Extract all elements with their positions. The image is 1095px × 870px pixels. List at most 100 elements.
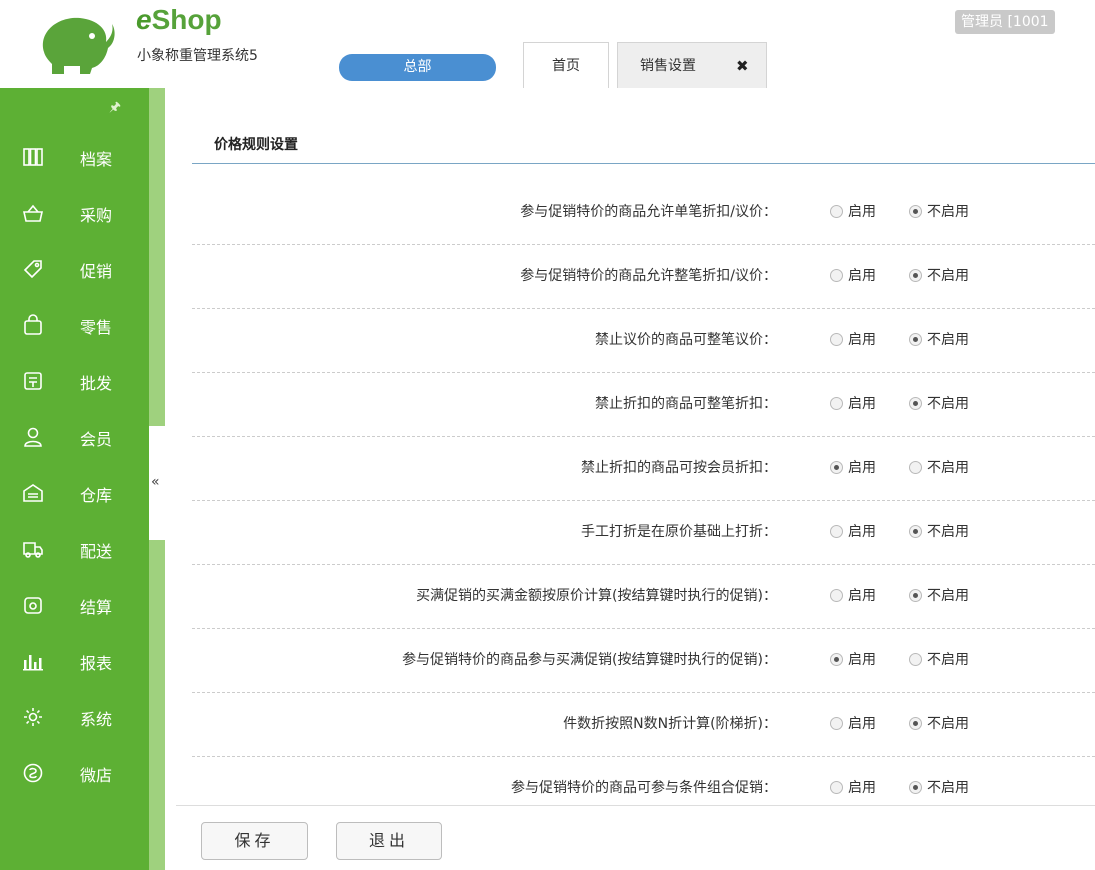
rule-disable-option[interactable]: 不启用 bbox=[909, 777, 969, 797]
rule-row: 禁止折扣的商品可按会员折扣： 启用 不启用 bbox=[192, 437, 1095, 501]
enable-label: 启用 bbox=[848, 524, 876, 540]
tab-sales-label: 销售设置 bbox=[640, 58, 696, 74]
bag-icon bbox=[24, 314, 42, 335]
save-button[interactable]: 保存 bbox=[201, 822, 308, 860]
rule-enable-option[interactable]: 启用 bbox=[830, 585, 876, 605]
rule-enable-option[interactable]: 启用 bbox=[830, 265, 876, 285]
tab-sales-settings[interactable]: 销售设置 ✖ bbox=[617, 42, 767, 88]
rule-enable-option[interactable]: 启用 bbox=[830, 457, 876, 477]
rule-disable-option[interactable]: 不启用 bbox=[909, 201, 969, 221]
sidebar-item-report[interactable]: 报表 bbox=[0, 636, 149, 686]
sidebar-item-wholesale[interactable]: 批发 bbox=[0, 356, 149, 406]
radio-enable[interactable] bbox=[830, 781, 843, 794]
radio-enable[interactable] bbox=[830, 717, 843, 730]
sidebar-item-archive[interactable]: 档案 bbox=[0, 132, 149, 182]
radio-disable[interactable] bbox=[909, 333, 922, 346]
rule-row: 买满促销的买满金额按原价计算(按结算键时执行的促销)： 启用 不启用 bbox=[192, 565, 1095, 629]
rule-disable-option[interactable]: 不启用 bbox=[909, 585, 969, 605]
sidebar-item-label: 配送 bbox=[80, 542, 113, 561]
sidebar-item-system[interactable]: 系统 bbox=[0, 692, 149, 742]
enable-label: 启用 bbox=[848, 780, 876, 796]
exit-button[interactable]: 退出 bbox=[336, 822, 442, 860]
brand-logo-text: eShop bbox=[136, 4, 222, 36]
rule-disable-option[interactable]: 不启用 bbox=[909, 393, 969, 413]
truck-icon bbox=[23, 542, 43, 558]
sidebar-item-delivery[interactable]: 配送 bbox=[0, 524, 149, 574]
rule-enable-option[interactable]: 启用 bbox=[830, 521, 876, 541]
brand-shop: Shop bbox=[151, 4, 222, 35]
rule-question: 参与促销特价的商品参与买满促销(按结算键时执行的促销)： bbox=[402, 652, 777, 668]
radio-disable[interactable] bbox=[909, 589, 922, 602]
rule-question: 参与促销特价的商品可参与条件组合促销： bbox=[511, 780, 777, 796]
sidebar-item-label: 系统 bbox=[80, 710, 113, 729]
radio-disable[interactable] bbox=[909, 461, 922, 474]
radio-disable[interactable] bbox=[909, 205, 922, 218]
sidebar-item-member[interactable]: 会员 bbox=[0, 412, 149, 462]
disable-label: 不启用 bbox=[927, 524, 969, 540]
rule-question: 买满促销的买满金额按原价计算(按结算键时执行的促销)： bbox=[416, 588, 777, 604]
sidebar-item-purchase[interactable]: 采购 bbox=[0, 188, 149, 238]
rule-enable-option[interactable]: 启用 bbox=[830, 649, 876, 669]
radio-enable[interactable] bbox=[830, 397, 843, 410]
rule-row: 件数折按照N数N折计算(阶梯折)： 启用 不启用 bbox=[192, 693, 1095, 757]
archive-icon bbox=[23, 148, 43, 166]
rule-disable-option[interactable]: 不启用 bbox=[909, 713, 969, 733]
rule-row: 参与促销特价的商品可参与条件组合促销： 启用 不启用 bbox=[192, 757, 1095, 821]
disable-label: 不启用 bbox=[927, 268, 969, 284]
rule-enable-option[interactable]: 启用 bbox=[830, 201, 876, 221]
enable-label: 启用 bbox=[848, 268, 876, 284]
sidebar-item-label: 仓库 bbox=[80, 486, 113, 505]
rule-question: 参与促销特价的商品允许单笔折扣/议价： bbox=[520, 204, 777, 220]
rule-disable-option[interactable]: 不启用 bbox=[909, 649, 969, 669]
rule-disable-option[interactable]: 不启用 bbox=[909, 521, 969, 541]
radio-enable[interactable] bbox=[830, 525, 843, 538]
radio-disable[interactable] bbox=[909, 525, 922, 538]
pin-icon[interactable]: 🖈 bbox=[109, 98, 121, 120]
radio-enable[interactable] bbox=[830, 269, 843, 282]
rule-disable-option[interactable]: 不启用 bbox=[909, 265, 969, 285]
radio-disable[interactable] bbox=[909, 717, 922, 730]
rule-enable-option[interactable]: 启用 bbox=[830, 393, 876, 413]
sidebar-item-label: 会员 bbox=[80, 430, 113, 449]
brand-e: e bbox=[136, 4, 152, 35]
radio-enable[interactable] bbox=[830, 461, 843, 474]
tab-home[interactable]: 首页 bbox=[523, 42, 609, 88]
rule-disable-option[interactable]: 不启用 bbox=[909, 329, 969, 349]
rule-question: 件数折按照N数N折计算(阶梯折)： bbox=[563, 716, 777, 732]
rule-enable-option[interactable]: 启用 bbox=[830, 713, 876, 733]
disable-label: 不启用 bbox=[927, 332, 969, 348]
radio-enable[interactable] bbox=[830, 205, 843, 218]
radio-enable[interactable] bbox=[830, 333, 843, 346]
radio-enable[interactable] bbox=[830, 589, 843, 602]
radio-disable[interactable] bbox=[909, 397, 922, 410]
radio-enable[interactable] bbox=[830, 653, 843, 666]
warehouse-icon bbox=[23, 484, 43, 502]
admin-badge[interactable]: 管理员 [1001 bbox=[955, 10, 1055, 34]
system-subtitle: 小象称重管理系统5 bbox=[137, 48, 258, 64]
rule-enable-option[interactable]: 启用 bbox=[830, 329, 876, 349]
rule-row: 参与促销特价的商品允许整笔折扣/议价： 启用 不启用 bbox=[192, 245, 1095, 309]
collapse-icon[interactable]: « bbox=[151, 474, 160, 490]
page-title: 价格规则设置 bbox=[214, 137, 298, 153]
enable-label: 启用 bbox=[848, 652, 876, 668]
radio-disable[interactable] bbox=[909, 269, 922, 282]
tag-icon bbox=[23, 260, 42, 279]
basket-icon bbox=[23, 204, 43, 222]
user-icon bbox=[24, 427, 42, 447]
rule-row: 禁止议价的商品可整笔议价： 启用 不启用 bbox=[192, 309, 1095, 373]
sidebar-item-promotion[interactable]: 促销 bbox=[0, 244, 149, 294]
sidebar-item-retail[interactable]: 零售 bbox=[0, 300, 149, 350]
rule-enable-option[interactable]: 启用 bbox=[830, 777, 876, 797]
branch-button[interactable]: 总部 bbox=[339, 54, 496, 81]
sidebar-item-label: 微店 bbox=[80, 766, 113, 785]
sidebar-item-microshop[interactable]: 微店 bbox=[0, 748, 149, 798]
disable-label: 不启用 bbox=[927, 780, 969, 796]
close-tab-icon[interactable]: ✖ bbox=[736, 43, 749, 89]
sidebar-item-label: 采购 bbox=[80, 206, 113, 225]
rule-disable-option[interactable]: 不启用 bbox=[909, 457, 969, 477]
radio-disable[interactable] bbox=[909, 653, 922, 666]
rule-row: 参与促销特价的商品允许单笔折扣/议价： 启用 不启用 bbox=[192, 181, 1095, 245]
radio-disable[interactable] bbox=[909, 781, 922, 794]
sidebar-item-warehouse[interactable]: 仓库 bbox=[0, 468, 149, 518]
sidebar-item-settlement[interactable]: 结算 bbox=[0, 580, 149, 630]
